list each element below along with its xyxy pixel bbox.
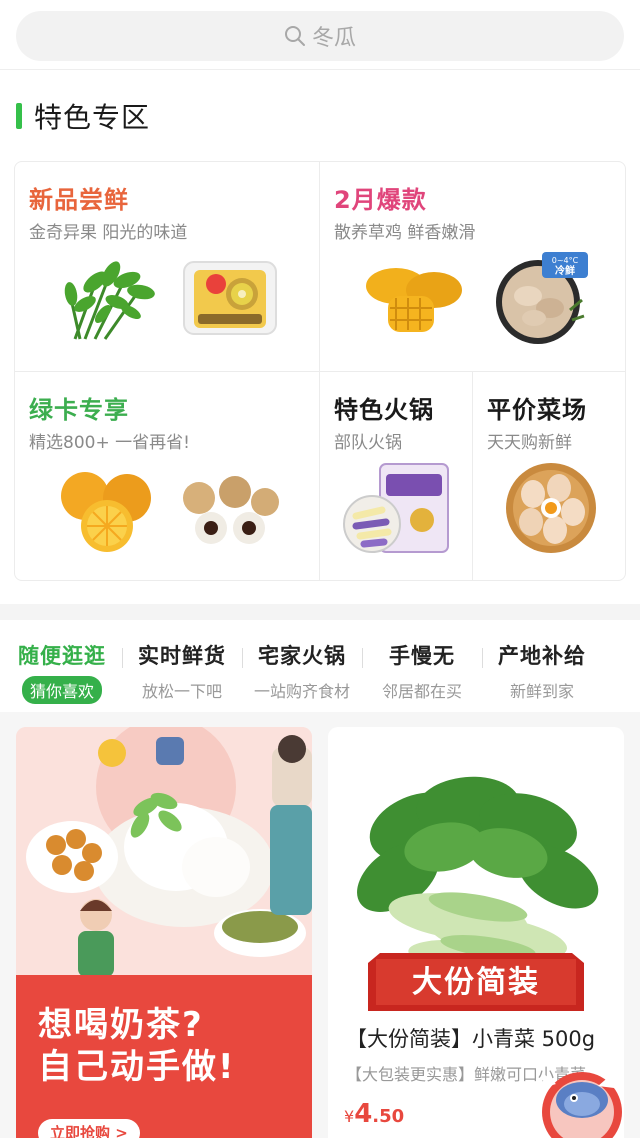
greens-image (64, 261, 155, 340)
tab-origin-supply[interactable]: 产地补给 新鲜到家 (480, 640, 604, 702)
tab-title: 实时鲜货 (138, 644, 226, 668)
featured-subtitle: 部队火锅 (334, 433, 402, 453)
tab-fresh-goods[interactable]: 实时鲜货 放松一下吧 (120, 640, 244, 702)
oranges-image (61, 472, 151, 552)
tab-home-hotpot[interactable]: 宅家火锅 一站购齐食材 (240, 640, 364, 702)
buy-now-button[interactable]: 立即抢购 > (38, 1119, 140, 1138)
feed-tabs: 随便逛逛 猜你喜欢 实时鲜货 放松一下吧 宅家火锅 一站购齐食材 手慢无 邻居都… (0, 640, 640, 710)
tab-title: 随便逛逛 (18, 644, 106, 668)
featured-new-products[interactable]: 新品尝鲜 金奇异果 阳光的味道 (15, 162, 320, 372)
tab-title: 宅家火锅 (258, 644, 346, 668)
promo-subheadline: 自己动手做! (38, 1047, 236, 1087)
page: 冬瓜 特色专区 新品尝鲜 金奇异果 阳光的味道 2月爆款 散养草鸡 鲜香嫩滑 0… (0, 0, 640, 1138)
featured-title: 2月爆款 (334, 186, 427, 214)
featured-title: 绿卡专享 (29, 396, 129, 424)
promo-card-milk-tea[interactable]: 想喝奶茶? 自己动手做! 立即抢购 > (16, 727, 312, 1138)
price-decimal: .50 (372, 1106, 405, 1127)
tab-subtitle: 新鲜到家 (509, 682, 574, 701)
featured-title: 平价菜场 (487, 396, 587, 424)
tab-subtitle: 放松一下吧 (141, 682, 222, 701)
milk-tea-illustration (16, 727, 312, 977)
featured-subtitle: 精选800+ 一省再省! (29, 433, 190, 453)
product-name: 【大份简装】小青菜 500g (346, 1027, 596, 1051)
cold-temp-label: 0~4°C (552, 256, 579, 265)
section-header: 特色专区 (16, 98, 150, 134)
featured-grid: 新品尝鲜 金奇异果 阳光的味道 2月爆款 散养草鸡 鲜香嫩滑 0~4°C 冷鲜 … (14, 161, 626, 581)
chicken-image: 0~4°C 冷鲜 (496, 252, 588, 344)
featured-market[interactable]: 平价菜场 天天购新鲜 (473, 372, 625, 580)
featured-green-card[interactable]: 绿卡专享 精选800+ 一省再省! (15, 372, 320, 580)
hotpot-ingredients-image (343, 463, 449, 553)
tab-subtitle: 一站购齐食材 (253, 682, 350, 701)
featured-subtitle: 散养草鸡 鲜香嫩滑 (334, 223, 476, 243)
eggs-basket-image (506, 463, 596, 553)
search-bar-container: 冬瓜 (0, 0, 640, 70)
section-divider (0, 604, 640, 620)
search-icon (284, 26, 305, 46)
featured-hotpot[interactable]: 特色火锅 部队火锅 (320, 372, 473, 580)
price-integer: 4 (354, 1099, 373, 1129)
product-price: ¥4.50 (344, 1099, 404, 1129)
featured-monthly-hot[interactable]: 2月爆款 散养草鸡 鲜香嫩滑 0~4°C 冷鲜 (320, 162, 625, 372)
tab-limited[interactable]: 手慢无 邻居都在买 (360, 640, 484, 702)
featured-title: 新品尝鲜 (29, 186, 129, 214)
section-accent-bar (16, 103, 22, 129)
cold-fresh-label: 冷鲜 (555, 264, 575, 277)
tab-browse[interactable]: 随便逛逛 猜你喜欢 (0, 640, 124, 704)
mango-image (366, 268, 462, 332)
price-currency: ¥ (344, 1107, 355, 1126)
tab-title: 产地补给 (498, 644, 586, 668)
search-input[interactable]: 冬瓜 (16, 11, 624, 61)
section-title: 特色专区 (34, 101, 151, 134)
featured-subtitle: 金奇异果 阳光的味道 (29, 223, 188, 243)
promo-banner: 想喝奶茶? 自己动手做! 立即抢购 > (16, 975, 312, 1138)
longan-image (183, 476, 279, 544)
tab-title: 手慢无 (389, 644, 455, 668)
search-placeholder: 冬瓜 (311, 26, 356, 51)
tab-subtitle: 邻居都在买 (381, 682, 462, 701)
tab-subtitle: 猜你喜欢 (21, 676, 102, 704)
ribbon-label: 大份简装 (412, 965, 540, 1000)
floating-mascot-icon[interactable] (536, 1064, 628, 1138)
featured-title: 特色火锅 (334, 396, 434, 424)
kiwi-box-image (183, 261, 277, 335)
featured-subtitle: 天天购新鲜 (487, 433, 572, 453)
